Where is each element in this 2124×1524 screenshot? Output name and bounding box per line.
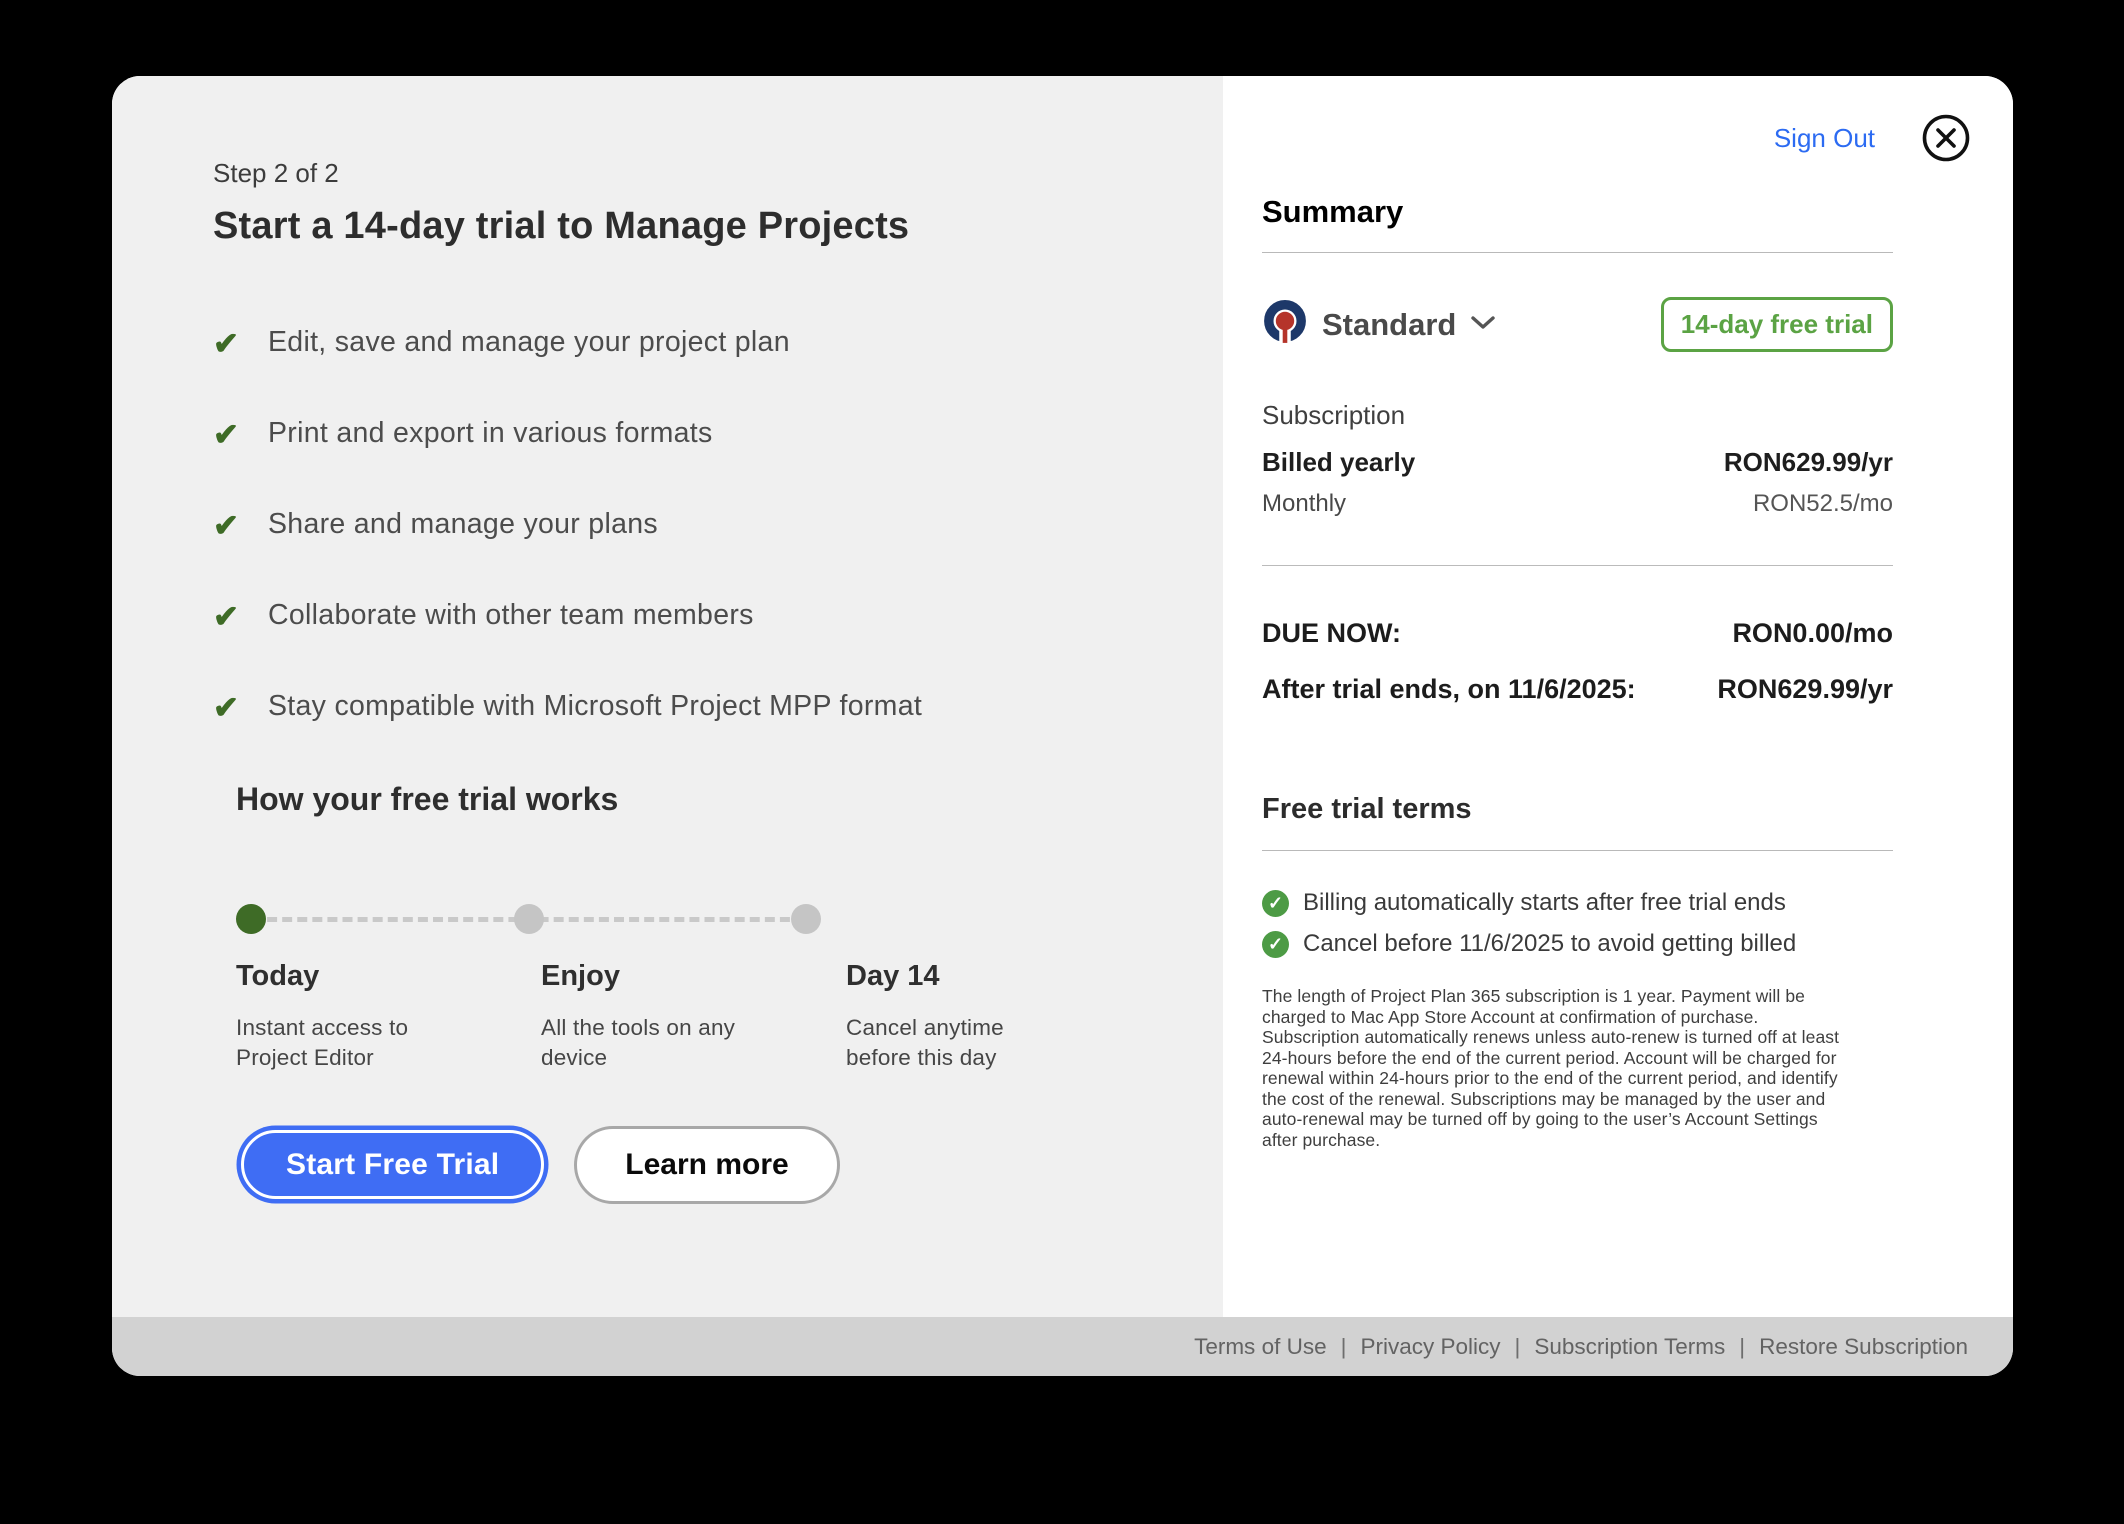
term-text: Billing automatically starts after free … (1303, 889, 1786, 917)
feature-item: ✔ Print and export in various formats (213, 417, 1173, 453)
after-trial-row: After trial ends, on 11/6/2025: RON629.9… (1262, 674, 1893, 705)
monthly-label: Monthly (1262, 490, 1346, 518)
subscription-label: Subscription (1262, 400, 1893, 431)
monthly-row: Monthly RON52.5/mo (1262, 490, 1893, 518)
check-icon: ✔ (213, 690, 246, 726)
plan-dropdown[interactable]: Standard (1262, 299, 1496, 350)
after-trial-label: After trial ends, on 11/6/2025: (1262, 674, 1636, 705)
milestone-enjoy: Enjoy All the tools on any device (541, 960, 846, 1074)
project-plan-365-logo (1262, 299, 1308, 350)
sign-out-link[interactable]: Sign Out (1774, 123, 1875, 154)
feature-item: ✔ Share and manage your plans (213, 508, 1173, 544)
feature-text: Collaborate with other team members (268, 599, 754, 632)
timeline-milestones: Today Instant access to Project Editor E… (236, 960, 1173, 1074)
check-icon: ✔ (213, 326, 246, 362)
close-icon (1921, 151, 1971, 166)
feature-item: ✔ Edit, save and manage your project pla… (213, 326, 1173, 362)
due-now-row: DUE NOW: RON0.00/mo (1262, 618, 1893, 649)
billed-yearly-label: Billed yearly (1262, 447, 1415, 478)
timeline-dot-day14 (791, 904, 821, 934)
milestone-day14: Day 14 Cancel anytime before this day (846, 960, 1173, 1074)
footer-separator: | (1515, 1334, 1521, 1360)
billed-yearly-value: RON629.99/yr (1724, 447, 1893, 478)
term-text: Cancel before 11/6/2025 to avoid getting… (1303, 930, 1796, 958)
feature-text: Print and export in various formats (268, 417, 713, 450)
term-item: ✓ Billing automatically starts after fre… (1262, 889, 1893, 917)
check-icon: ✔ (213, 599, 246, 635)
footer-separator: | (1739, 1334, 1745, 1360)
check-icon: ✔ (213, 417, 246, 453)
learn-more-button[interactable]: Learn more (574, 1126, 839, 1204)
legal-text: The length of Project Plan 365 subscript… (1262, 986, 1852, 1150)
summary-divider (1262, 565, 1893, 566)
subscription-terms-link[interactable]: Subscription Terms (1534, 1334, 1725, 1360)
term-item: ✓ Cancel before 11/6/2025 to avoid getti… (1262, 930, 1893, 958)
check-circle-icon: ✓ (1262, 890, 1289, 917)
close-button[interactable] (1921, 113, 1971, 163)
timeline-dot-enjoy (514, 904, 544, 934)
milestone-label: Enjoy (541, 960, 846, 993)
check-icon: ✔ (213, 508, 246, 544)
free-trial-terms-list: ✓ Billing automatically starts after fre… (1262, 889, 1893, 958)
summary-heading: Summary (1262, 194, 1893, 253)
trial-badge: 14-day free trial (1661, 297, 1893, 352)
page-title: Start a 14-day trial to Manage Projects (213, 205, 1173, 248)
trial-pitch-panel: Step 2 of 2 Start a 14-day trial to Mana… (112, 76, 1223, 1317)
feature-text: Stay compatible with Microsoft Project M… (268, 690, 922, 723)
terms-of-use-link[interactable]: Terms of Use (1194, 1334, 1327, 1360)
chevron-down-icon (1470, 313, 1496, 336)
milestone-desc: Cancel anytime before this day (846, 1013, 1061, 1074)
milestone-label: Day 14 (846, 960, 1173, 993)
step-indicator: Step 2 of 2 (213, 158, 1173, 189)
milestone-label: Today (236, 960, 541, 993)
billed-yearly-row: Billed yearly RON629.99/yr (1262, 447, 1893, 478)
feature-text: Share and manage your plans (268, 508, 658, 541)
plan-name: Standard (1322, 307, 1456, 343)
feature-text: Edit, save and manage your project plan (268, 326, 790, 359)
milestone-desc: Instant access to Project Editor (236, 1013, 451, 1074)
due-now-value: RON0.00/mo (1732, 618, 1893, 649)
restore-subscription-link[interactable]: Restore Subscription (1759, 1334, 1968, 1360)
check-circle-icon: ✓ (1262, 931, 1289, 958)
privacy-policy-link[interactable]: Privacy Policy (1360, 1334, 1500, 1360)
milestone-desc: All the tools on any device (541, 1013, 756, 1074)
free-trial-terms-heading: Free trial terms (1262, 793, 1893, 851)
timeline-dot-today (236, 904, 266, 934)
trial-timeline (236, 904, 821, 934)
trial-works-heading: How your free trial works (236, 781, 1173, 818)
feature-item: ✔ Stay compatible with Microsoft Project… (213, 690, 1173, 726)
plan-row: Standard 14-day free trial (1262, 297, 1893, 352)
trial-works-section: How your free trial works Today Instant … (236, 781, 1173, 1204)
summary-panel: Sign Out Summary (1223, 76, 2013, 1317)
footer-separator: | (1341, 1334, 1347, 1360)
feature-item: ✔ Collaborate with other team members (213, 599, 1173, 635)
cta-row: Start Free Trial Learn more (241, 1126, 1173, 1204)
footer-bar: Terms of Use | Privacy Policy | Subscrip… (112, 1317, 2013, 1376)
start-free-trial-button[interactable]: Start Free Trial (241, 1130, 544, 1199)
feature-list: ✔ Edit, save and manage your project pla… (213, 326, 1173, 726)
milestone-today: Today Instant access to Project Editor (236, 960, 541, 1074)
after-trial-value: RON629.99/yr (1717, 674, 1893, 705)
dialog-main: Step 2 of 2 Start a 14-day trial to Mana… (112, 76, 2013, 1317)
free-trial-dialog: Step 2 of 2 Start a 14-day trial to Mana… (112, 76, 2013, 1376)
monthly-value: RON52.5/mo (1753, 490, 1893, 518)
due-now-label: DUE NOW: (1262, 618, 1401, 649)
